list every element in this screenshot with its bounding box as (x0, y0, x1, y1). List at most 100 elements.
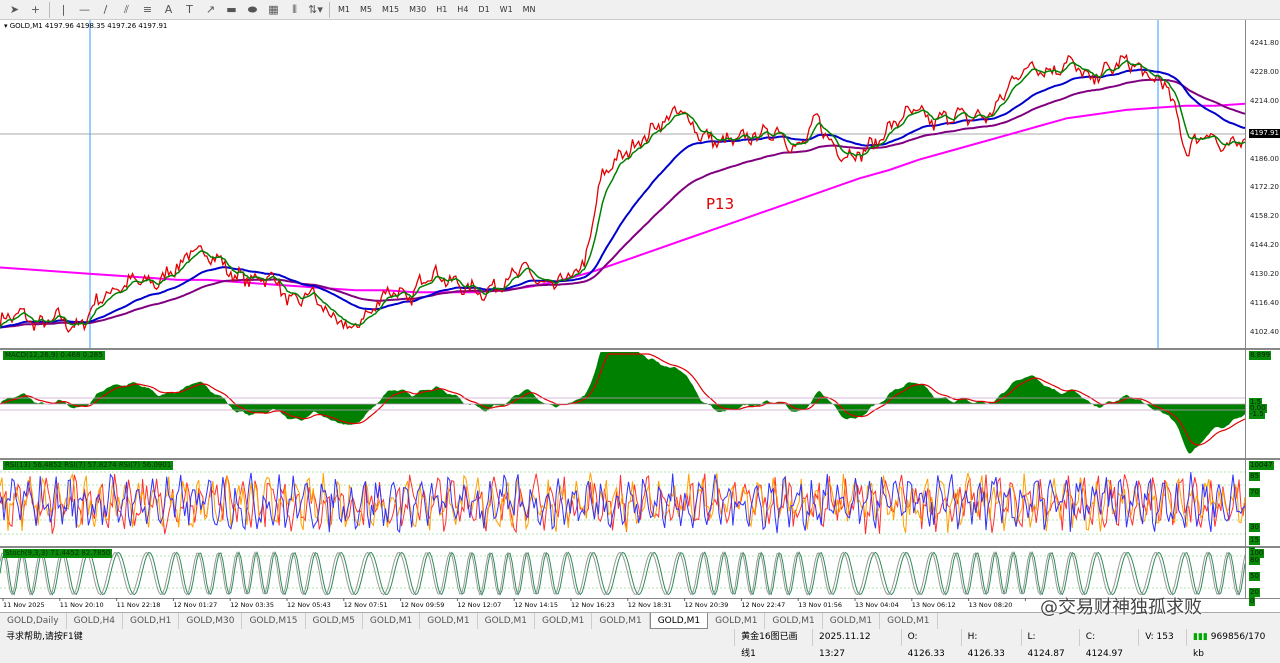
chart-tab[interactable]: GOLD,M1 (823, 613, 881, 629)
symbol-info: ▾ GOLD,M1 4197.96 4198.35 4197.26 4197.9… (4, 22, 168, 30)
timeframe-mn[interactable]: MN (518, 1, 541, 19)
ellipse-icon[interactable]: ⬬ (242, 1, 263, 19)
bar-open: O: 4126.33 (900, 629, 961, 659)
timeframe-w1[interactable]: W1 (495, 1, 518, 19)
time-axis-label: 13 Nov 01:56 (798, 601, 843, 609)
time-axis-label: 12 Nov 12:07 (457, 601, 502, 609)
status-bar: 寻求帮助,请按F1键 黄金16图已画线1 2025.11.12 13:27 O:… (0, 629, 1280, 659)
rectangle-icon[interactable]: ▬ (221, 1, 242, 19)
grid-icon[interactable]: ▦ (263, 1, 284, 19)
time-axis-label: 13 Nov 04:04 (855, 601, 899, 609)
time-axis-label: 12 Nov 18:31 (627, 601, 672, 609)
arrow-icon[interactable]: ↗ (200, 1, 221, 19)
ma-purple-line (0, 78, 1246, 329)
timeframe-m5[interactable]: M5 (355, 1, 377, 19)
timeframe-m1[interactable]: M1 (333, 1, 355, 19)
axis-tick-label: 30 (1249, 523, 1260, 532)
timeframe-m15[interactable]: M15 (377, 1, 404, 19)
chart-tab[interactable]: GOLD,M5 (306, 613, 363, 629)
help-text: 寻求帮助,请按F1键 (6, 632, 83, 642)
axis-tick-label: 4228.00 (1250, 67, 1279, 76)
chart-tab[interactable]: GOLD,M1 (880, 613, 938, 629)
traffic: ▮▮▮ 969856/170 kb (1186, 629, 1280, 659)
chart-tab[interactable]: GOLD,M1 (649, 613, 709, 629)
time-axis-label: 12 Nov 14:15 (514, 601, 559, 609)
chart-tab[interactable]: GOLD,M15 (242, 613, 306, 629)
time-axis-label: 11 Nov 22:18 (116, 601, 161, 609)
arrows-dropdown-icon[interactable]: ⇅▾ (305, 1, 326, 19)
axis-tick-label: 4172.20 (1250, 183, 1279, 192)
axis-tick-label: 4130.20 (1250, 270, 1279, 279)
divider (329, 1, 330, 18)
time-axis-label: 12 Nov 01:27 (173, 601, 218, 609)
chart-canvas[interactable] (0, 20, 1280, 612)
chart-tab[interactable]: GOLD,M1 (765, 613, 823, 629)
watermark: @交易财神独孤求败 (1040, 597, 1202, 618)
chart-tab[interactable]: GOLD,H1 (123, 613, 180, 629)
axis-tick-label: 4102.40 (1250, 327, 1279, 336)
timeframe-h1[interactable]: H1 (431, 1, 452, 19)
chart-window[interactable]: ▾ GOLD,M1 4197.96 4198.35 4197.26 4197.9… (0, 20, 1280, 612)
axis-tick-label: 15 (1249, 536, 1260, 545)
chart-tab[interactable]: GOLD,M1 (478, 613, 535, 629)
time-axis-label: 12 Nov 22:47 (741, 601, 786, 609)
chart-tab[interactable]: GOLD,M1 (535, 613, 593, 629)
cycle-lines-icon[interactable]: ⦀ (284, 1, 305, 19)
chart-tab[interactable]: GOLD,H4 (67, 613, 123, 629)
axis-tick-label: 4241.80 (1250, 39, 1279, 47)
ma-pink-line (0, 102, 1246, 294)
axis-tick-label: 4144.20 (1250, 241, 1279, 250)
timeframe-m30[interactable]: M30 (404, 1, 431, 19)
annotation-text[interactable]: P13 (706, 195, 734, 213)
bar-close: C: 4124.97 (1078, 629, 1138, 659)
timeframe-d1[interactable]: D1 (473, 1, 494, 19)
axis-tick-label: 50 (1249, 572, 1260, 581)
axis-tick-label: 85 (1249, 472, 1260, 481)
cursor-icon[interactable]: ➤ (4, 1, 25, 19)
symbol-ohlc: GOLD,M1 4197.96 4198.35 4197.26 4197.91 (9, 22, 168, 30)
axis-tick-label: 0 (1249, 597, 1256, 606)
time-axis-label: 12 Nov 20:39 (684, 601, 729, 609)
current-price-label: 4197.91 (1249, 129, 1280, 138)
divider (49, 1, 50, 18)
time-axis-label: 12 Nov 07:51 (343, 601, 388, 609)
time-axis-label: 12 Nov 05:43 (287, 601, 331, 609)
axis-tick-label: 4158.20 (1250, 212, 1279, 221)
vertical-line-icon[interactable]: | (53, 1, 74, 19)
connection-icon: ▮▮▮ (1193, 632, 1208, 642)
stoch-line (0, 551, 1246, 596)
chart-tab[interactable]: GOLD,Daily (0, 613, 67, 629)
axis-tick-label: 20 (1249, 588, 1260, 597)
equidistant-channel-icon[interactable]: ⫽ (116, 1, 137, 19)
axis-tick-label: 70 (1249, 488, 1260, 497)
text-icon[interactable]: A (158, 1, 179, 19)
text-label-icon[interactable]: T (179, 1, 200, 19)
axis-tick-label: 100 (1249, 461, 1265, 470)
axis-tick-label: 4214.00 (1250, 96, 1279, 105)
stoch-line (0, 551, 1246, 596)
crosshair-icon[interactable]: + (25, 1, 46, 19)
bar-volume: V: 153 (1138, 629, 1186, 646)
time-axis-label: 13 Nov 06:12 (911, 601, 956, 609)
rsi-label: RSI(13) 56.4852 RSI(7) 57.8274 RSI(7) 56… (3, 461, 174, 470)
time-axis-label: 12 Nov 16:23 (571, 601, 615, 609)
axis-tick-label: 4186.00 (1250, 154, 1279, 163)
bar-high: H: 4126.33 (960, 629, 1021, 659)
chart-tab[interactable]: GOLD,M1 (420, 613, 478, 629)
price-line (0, 53, 1246, 334)
axis-tick-label: 8.899 (1249, 351, 1272, 360)
axis-tick-label: 4116.40 (1250, 298, 1279, 307)
chart-tab[interactable]: GOLD,M30 (179, 613, 243, 629)
profile-name: 黄金16图已画线1 (734, 629, 812, 659)
pane-divider (0, 348, 1280, 350)
trendline-icon[interactable]: / (95, 1, 116, 19)
chart-tab[interactable]: GOLD,M1 (592, 613, 650, 629)
fibonacci-icon[interactable]: ≡ (137, 1, 158, 19)
time-axis-label: 12 Nov 09:59 (400, 601, 445, 609)
chart-tab[interactable]: GOLD,M1 (363, 613, 421, 629)
price-axis-border (1245, 20, 1246, 598)
macd-histogram (0, 352, 1245, 454)
timeframe-h4[interactable]: H4 (452, 1, 473, 19)
chart-tab[interactable]: GOLD,M1 (708, 613, 766, 629)
horizontal-line-icon[interactable]: — (74, 1, 95, 19)
